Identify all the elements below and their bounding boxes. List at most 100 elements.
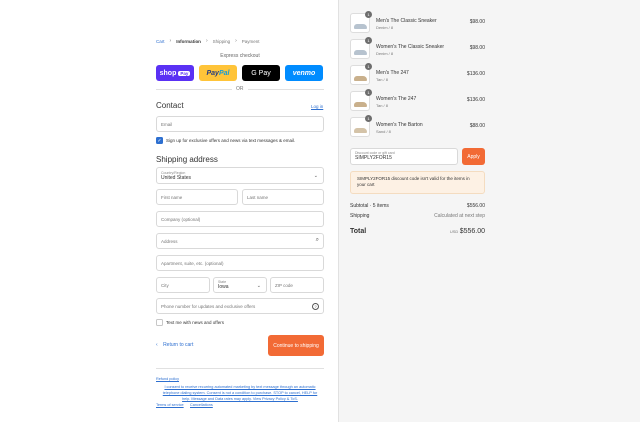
shoe-image: [354, 128, 367, 133]
venmo-button[interactable]: venmo: [285, 65, 323, 81]
breadcrumb: Cart › Information › Shipping › Payment: [156, 38, 260, 44]
city-placeholder: City: [161, 282, 169, 288]
text-me-checkbox[interactable]: [156, 319, 163, 326]
product-name: Men's The 247: [376, 70, 409, 76]
breadcrumb-cart[interactable]: Cart: [156, 39, 165, 44]
shoe-image: [354, 24, 367, 29]
google-pay-logo: G Pay: [251, 69, 271, 77]
refund-policy-link[interactable]: Refund policy: [156, 377, 179, 381]
apply-discount-button[interactable]: Apply: [462, 148, 485, 165]
state-select[interactable]: State Iowa ⌄: [213, 277, 267, 293]
city-field[interactable]: City: [156, 277, 210, 293]
product-thumbnail: 1: [350, 115, 372, 137]
email-placeholder: Email: [161, 121, 173, 127]
breadcrumb-shipping: Shipping: [212, 38, 231, 44]
subtotal-label: Subtotal · 5 items: [350, 203, 389, 209]
phone-field[interactable]: Phone number for updates and exclusive o…: [156, 298, 324, 314]
shoe-image: [354, 76, 367, 81]
address-field[interactable]: Address ⌕: [156, 233, 324, 249]
product-name: Women's The Classic Sneaker: [376, 44, 445, 50]
first-name-field[interactable]: First name: [156, 189, 238, 205]
search-icon: ⌕: [315, 237, 319, 243]
paypal-logo-a: Pay: [206, 69, 219, 77]
zip-field[interactable]: ZIP code: [270, 277, 324, 293]
chevron-right-icon: ›: [169, 38, 172, 44]
product-price: $88.00: [469, 123, 485, 129]
company-placeholder: Company (optional): [161, 216, 201, 222]
cart-item: 1 Women's The Classic Sneaker Denim / 8 …: [350, 37, 485, 59]
continue-to-shipping-button[interactable]: Continue to shipping: [268, 335, 324, 356]
chevron-left-icon: ‹: [156, 342, 158, 348]
product-variant: Tan / 8: [376, 77, 389, 82]
warning-line-1: SIMPLY2FOR15 discount code isn't valid f…: [357, 176, 470, 181]
express-checkout-title: Express checkout: [220, 53, 260, 59]
country-select[interactable]: Country/Region United States ⌄: [156, 167, 324, 184]
product-name: Women's The Barton: [376, 122, 423, 128]
offers-checkbox[interactable]: ✓: [156, 137, 163, 144]
product-price: $136.00: [466, 71, 485, 77]
state-value: Iowa: [218, 284, 229, 290]
text-me-label: Text me with news and offers: [166, 320, 224, 325]
help-icon[interactable]: ?: [312, 303, 319, 310]
product-variant: Sand / 8: [376, 129, 391, 134]
discount-value: SIMPLY2FOR15: [355, 155, 392, 161]
product-variant: Tan / 8: [376, 103, 389, 108]
shoe-image: [354, 102, 367, 107]
quantity-badge: 1: [365, 11, 372, 18]
paypal-logo-b: Pal: [218, 69, 230, 77]
sms-consent-text[interactable]: I consent to receive recurring automated…: [156, 384, 324, 402]
terms-of-service-link[interactable]: Terms of service: [156, 403, 184, 407]
quantity-badge: 1: [365, 115, 372, 122]
discount-code-field[interactable]: Discount code or gift card SIMPLY2FOR15: [350, 148, 458, 165]
product-thumbnail: 1: [350, 63, 372, 85]
cancellations-link[interactable]: Cancellations: [190, 403, 213, 407]
apartment-field[interactable]: Apartment, suite, etc. (optional): [156, 255, 324, 271]
product-variant: Denim / 8: [376, 51, 394, 56]
product-price: $98.00: [469, 19, 485, 25]
continue-label: Continue to shipping: [273, 342, 319, 349]
company-field[interactable]: Company (optional): [156, 211, 324, 227]
chevron-down-icon: ⌄: [256, 283, 261, 289]
cart-item: 1 Men's The 247 Tan / 8 $136.00: [350, 63, 485, 85]
shipping-label: Shipping: [350, 213, 370, 219]
cart-item: 1 Women's The Barton Sand / 8 $88.00: [350, 115, 485, 137]
google-pay-button[interactable]: G Pay: [242, 65, 280, 81]
cart-item: 1 Women's The 247 Tan / 8 $136.00: [350, 89, 485, 111]
check-icon: ✓: [157, 137, 162, 144]
product-thumbnail: 1: [350, 11, 372, 33]
warning-line-2: your cart: [357, 182, 375, 188]
product-name: Women's The 247: [376, 96, 417, 102]
zip-placeholder: ZIP code: [275, 282, 293, 288]
contact-heading: Contact: [156, 101, 184, 110]
chevron-right-icon: ›: [235, 38, 237, 44]
shop-pay-button[interactable]: shop Pay: [156, 65, 194, 81]
product-price: $136.00: [466, 97, 485, 103]
email-field[interactable]: Email: [156, 116, 324, 132]
cart-item: 1 Men's The Classic Sneaker Denim / 8 $9…: [350, 11, 485, 33]
discount-error-message: SIMPLY2FOR15 discount code isn't valid f…: [350, 171, 485, 194]
apply-label: Apply: [467, 153, 480, 160]
apartment-placeholder: Apartment, suite, etc. (optional): [161, 260, 224, 266]
or-divider-label: OR: [232, 86, 248, 92]
paypal-button[interactable]: Pay Pal: [199, 65, 237, 81]
last-name-placeholder: Last name: [247, 194, 269, 200]
total-price: USD $556.00: [425, 228, 485, 235]
offers-checkbox-label: Sign up for exclusive offers and news vi…: [166, 138, 296, 143]
product-thumbnail: 1: [350, 89, 372, 111]
subtotal-value: $556.00: [466, 203, 485, 209]
return-to-cart-label: Return to cart: [163, 342, 194, 348]
chevron-down-icon: ⌄: [313, 173, 318, 179]
login-link[interactable]: Log in: [311, 104, 323, 109]
country-value: United States: [161, 174, 192, 181]
shoe-image: [354, 50, 367, 55]
chevron-right-icon: ›: [205, 38, 208, 44]
order-summary-panel: 1 Men's The Classic Sneaker Denim / 8 $9…: [338, 0, 640, 422]
shipping-address-heading: Shipping address: [156, 155, 218, 164]
currency-code: USD: [449, 229, 459, 234]
product-thumbnail: 1: [350, 37, 372, 59]
quantity-badge: 1: [365, 37, 372, 44]
last-name-field[interactable]: Last name: [242, 189, 324, 205]
breadcrumb-payment: Payment: [241, 38, 260, 44]
address-placeholder: Address: [161, 238, 178, 244]
return-to-cart-link[interactable]: ‹ Return to cart: [156, 342, 193, 348]
